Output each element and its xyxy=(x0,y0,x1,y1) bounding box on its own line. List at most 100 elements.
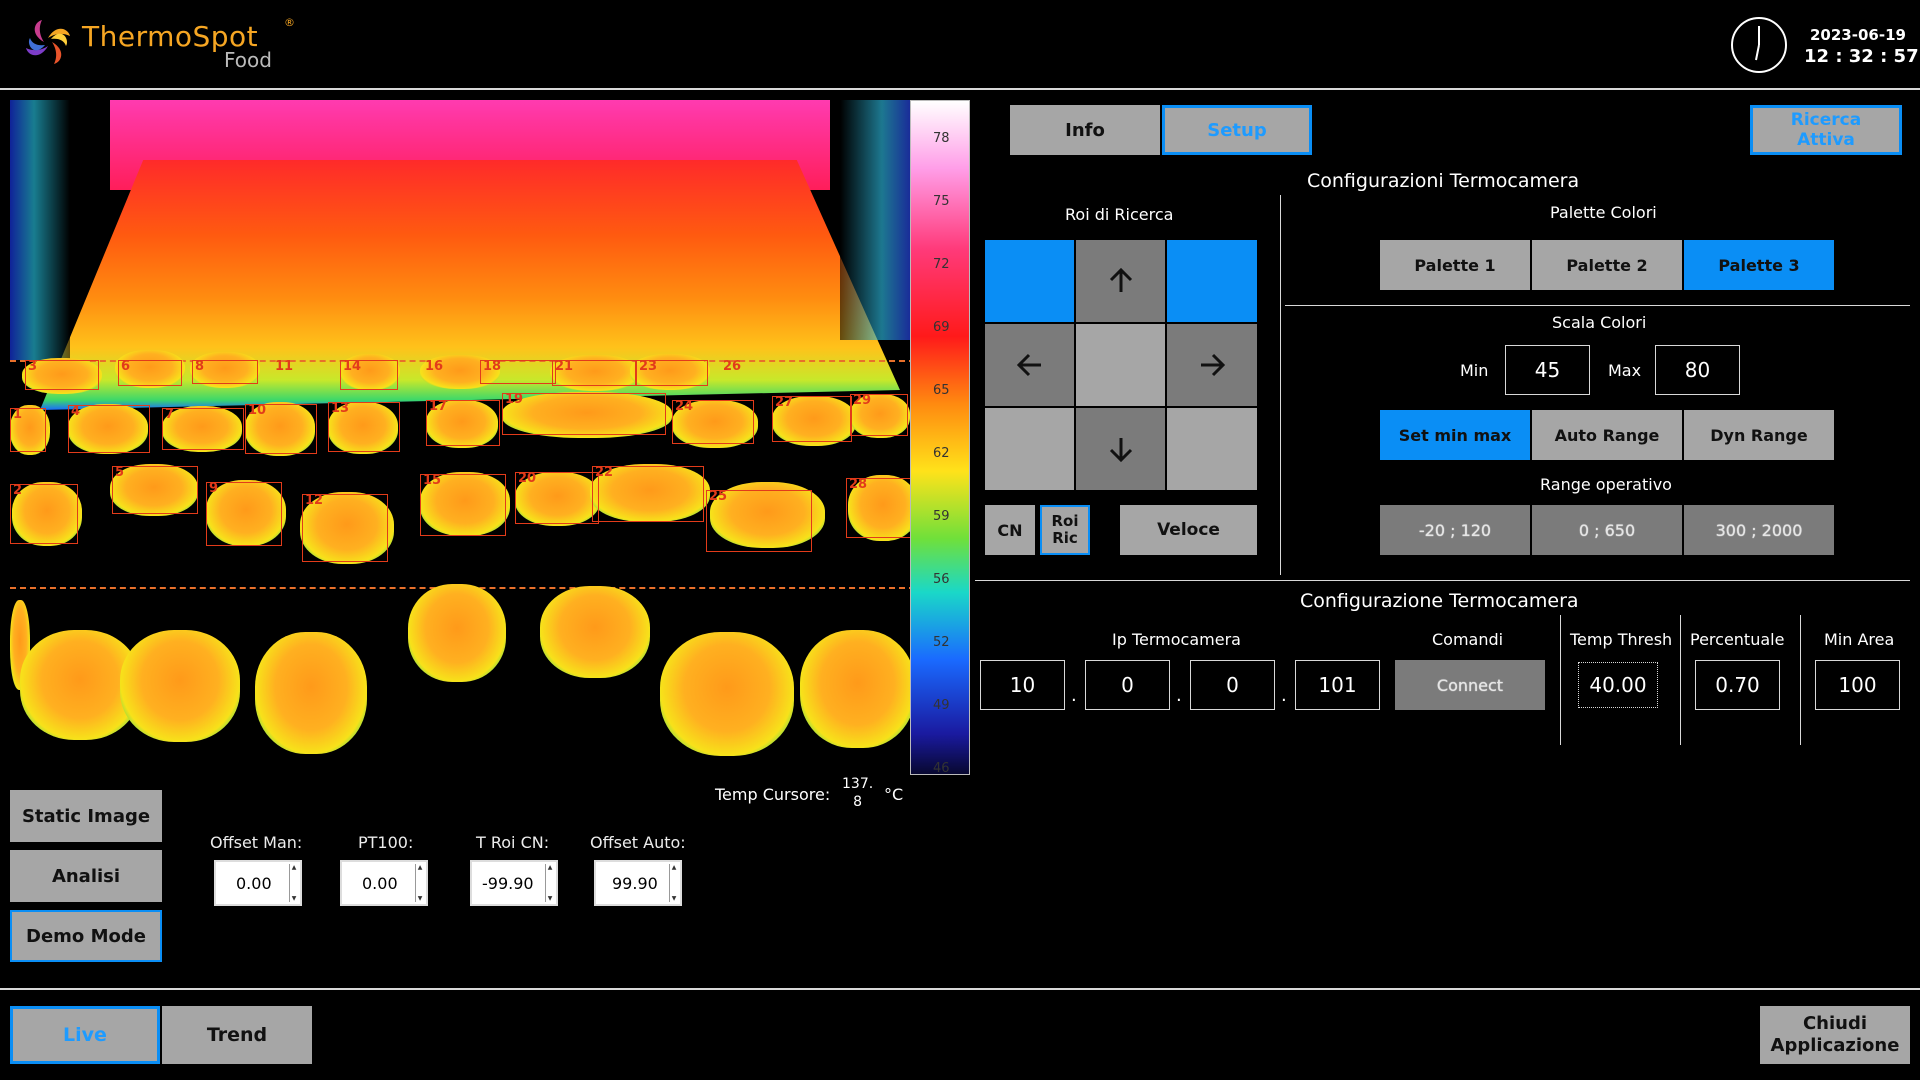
tab-info[interactable]: Info xyxy=(1010,105,1160,155)
scale-tick: 46 xyxy=(933,761,950,776)
config-divider xyxy=(975,580,1910,581)
spin-arrows-icon[interactable]: ▲ ▼ xyxy=(289,864,298,902)
dyn-range-button[interactable]: Dyn Range xyxy=(1684,410,1834,460)
ip-octet-3[interactable]: 0 xyxy=(1190,660,1275,710)
temp-cursor-label: Temp Cursore: xyxy=(715,785,831,804)
roi-box: 8 xyxy=(192,359,258,384)
thermal-side-right xyxy=(840,100,910,340)
offset-man-label: Offset Man: xyxy=(210,833,303,852)
tab-trend[interactable]: Trend xyxy=(162,1006,312,1064)
logo-registered: ® xyxy=(284,16,295,29)
palette-3-button[interactable]: Palette 3 xyxy=(1684,240,1834,290)
thresh-divider xyxy=(1560,615,1561,745)
roi-ric-button[interactable]: Roi Ric xyxy=(1040,505,1090,555)
t-roi-cn-input[interactable]: -99.90 ▲ ▼ xyxy=(470,860,558,906)
pad-top-left[interactable] xyxy=(985,240,1074,322)
thermal-image[interactable]: 3 6 8 11 14 16 18 21 23 26 1 4 7 10 13 1… xyxy=(10,100,910,775)
header-divider xyxy=(0,88,1920,90)
scale-min-input[interactable]: 45 xyxy=(1505,345,1590,395)
ip-octet-4[interactable]: 101 xyxy=(1295,660,1380,710)
roi-number: 29 xyxy=(853,393,872,408)
product-blob xyxy=(660,632,794,756)
comandi-label: Comandi xyxy=(1432,630,1504,649)
range-title: Range operativo xyxy=(1540,475,1672,494)
percentuale-label: Percentuale xyxy=(1690,630,1785,649)
t-roi-cn-label: T Roi CN: xyxy=(476,833,550,852)
roi-box: 23 xyxy=(636,359,708,386)
spin-arrows-icon[interactable]: ▲ ▼ xyxy=(545,864,554,902)
roi-box: 19 xyxy=(502,392,666,435)
roi-number: 17 xyxy=(429,399,448,414)
header-time: 12 : 32 : 57 xyxy=(1804,46,1919,67)
scale-tick: 59 xyxy=(933,509,950,524)
scale-tick: 75 xyxy=(933,194,950,209)
scale-max-input[interactable]: 80 xyxy=(1655,345,1740,395)
roi-number: 16 xyxy=(425,359,444,374)
scale-tick: 52 xyxy=(933,635,950,650)
range-2-button[interactable]: 0 ; 650 xyxy=(1532,505,1682,555)
ricerca-line2: Attiva xyxy=(1797,130,1855,150)
pad-down-button[interactable] xyxy=(1076,408,1165,490)
arrow-down-icon xyxy=(1109,438,1132,463)
perc-divider xyxy=(1680,615,1681,745)
product-blob xyxy=(540,586,650,678)
pad-top-right[interactable] xyxy=(1167,240,1257,322)
ricerca-line1: Ricerca xyxy=(1790,110,1862,130)
palette-title: Palette Colori xyxy=(1550,203,1657,222)
roi-box: 15 xyxy=(420,473,506,536)
close-line2: Applicazione xyxy=(1770,1035,1900,1056)
roi-number: 3 xyxy=(28,359,38,374)
tab-live[interactable]: Live xyxy=(10,1006,160,1064)
pad-up-button[interactable] xyxy=(1076,240,1165,322)
roi-box: 11 xyxy=(272,359,304,378)
roi-box: 4 xyxy=(68,404,150,453)
percentuale-input[interactable]: 0.70 xyxy=(1695,660,1780,710)
pad-center[interactable] xyxy=(1076,324,1165,406)
pad-left-button[interactable] xyxy=(985,324,1074,406)
ricerca-attiva-button[interactable]: Ricerca Attiva xyxy=(1750,105,1902,155)
static-image-button[interactable]: Static Image xyxy=(10,790,162,842)
ip-label: Ip Termocamera xyxy=(1112,630,1241,649)
scale-tick: 65 xyxy=(933,383,950,398)
range-1-button[interactable]: -20 ; 120 xyxy=(1380,505,1530,555)
temp-cursor-unit: °C xyxy=(884,785,904,804)
palette-1-button[interactable]: Palette 1 xyxy=(1380,240,1530,290)
roi-ricerca-title: Roi di Ricerca xyxy=(1065,205,1174,224)
min-area-input[interactable]: 100 xyxy=(1815,660,1900,710)
pt100-input[interactable]: 0.00 ▲ ▼ xyxy=(340,860,428,906)
roi-number: 18 xyxy=(483,359,502,374)
close-app-button[interactable]: Chiudi Applicazione xyxy=(1760,1006,1910,1064)
min-area-label: Min Area xyxy=(1824,630,1895,649)
veloce-button[interactable]: Veloce xyxy=(1120,505,1257,555)
pad-bottom-right[interactable] xyxy=(1167,408,1257,490)
footer-divider xyxy=(0,988,1920,990)
roi-section-divider xyxy=(1280,195,1281,575)
temp-thresh-input[interactable]: 40.00 xyxy=(1578,662,1658,708)
spin-arrows-icon[interactable]: ▲ ▼ xyxy=(415,864,424,902)
auto-range-button[interactable]: Auto Range xyxy=(1532,410,1682,460)
roi-box: 25 xyxy=(706,489,812,552)
offset-auto-input[interactable]: 99.90 ▲ ▼ xyxy=(594,860,682,906)
roi-box: 9 xyxy=(206,481,282,546)
roi-box: 28 xyxy=(846,477,910,538)
roi-box: 7 xyxy=(162,407,244,450)
analisi-button[interactable]: Analisi xyxy=(10,850,162,902)
roi-box: 3 xyxy=(25,359,99,390)
spin-arrows-icon[interactable]: ▲ ▼ xyxy=(669,864,678,902)
set-min-max-button[interactable]: Set min max xyxy=(1380,410,1530,460)
range-3-button[interactable]: 300 ; 2000 xyxy=(1684,505,1834,555)
roi-number: 22 xyxy=(595,465,614,480)
pad-bottom-left[interactable] xyxy=(985,408,1074,490)
demo-mode-button[interactable]: Demo Mode xyxy=(10,910,162,962)
header-date: 2023-06-19 xyxy=(1810,26,1906,44)
roi-number: 1 xyxy=(13,407,23,422)
ip-octet-2[interactable]: 0 xyxy=(1085,660,1170,710)
cn-button[interactable]: CN xyxy=(985,505,1035,555)
palette-2-button[interactable]: Palette 2 xyxy=(1532,240,1682,290)
ip-octet-1[interactable]: 10 xyxy=(980,660,1065,710)
roi-number: 28 xyxy=(849,477,868,492)
connect-button[interactable]: Connect xyxy=(1395,660,1545,710)
offset-man-input[interactable]: 0.00 ▲ ▼ xyxy=(214,860,302,906)
tab-setup[interactable]: Setup xyxy=(1162,105,1312,155)
pad-right-button[interactable] xyxy=(1167,324,1257,406)
